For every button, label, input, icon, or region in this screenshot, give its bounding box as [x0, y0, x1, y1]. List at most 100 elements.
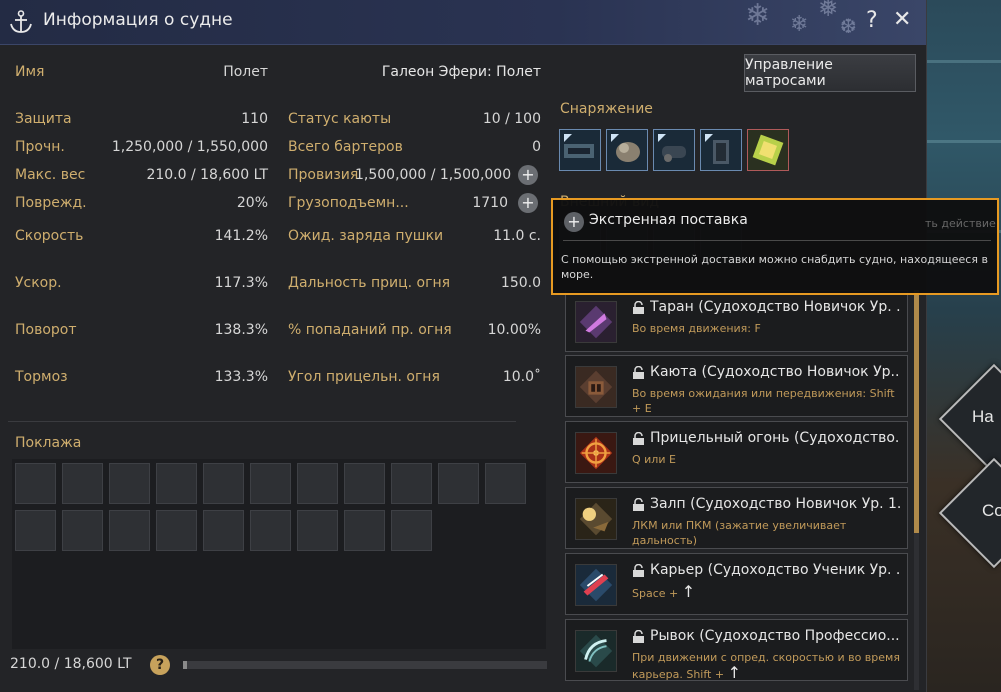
- section-divider: [8, 421, 516, 422]
- stat-label-aimed-range: Дальность приц. огня: [288, 275, 451, 291]
- snowflake-icon: ❄: [745, 0, 771, 33]
- weight-progress-bar: [183, 661, 547, 669]
- cargo-slot[interactable]: [297, 510, 338, 551]
- cargo-slot[interactable]: [109, 463, 150, 504]
- stat-label-cargo-capacity: Грузоподъемн...: [288, 195, 409, 211]
- stat-value-damage: 20%: [236, 195, 268, 211]
- help-question-icon[interactable]: ?: [150, 655, 170, 675]
- stat-label-turn: Поворот: [15, 322, 77, 338]
- cargo-slot[interactable]: [15, 510, 56, 551]
- stat-value-cargo-capacity: 1710: [472, 195, 508, 211]
- plus-icon: +: [564, 212, 584, 232]
- cargo-slot[interactable]: [109, 510, 150, 551]
- stat-value-barters: 0: [532, 139, 541, 155]
- equipment-slot-bow-icon[interactable]: [559, 129, 601, 171]
- equipment-slot-figurehead-icon[interactable]: [606, 129, 648, 171]
- stat-value-cannon-cooldown: 11.0 с.: [493, 228, 541, 244]
- stat-label-provisions: Провизия: [288, 167, 359, 183]
- skill-title: Карьер (Судоходство Ученик Ур. ...: [650, 562, 900, 578]
- ship-full-name: Галеон Эфери: Полет: [381, 64, 541, 80]
- cargo-slot[interactable]: [485, 463, 526, 504]
- stat-label-acceleration: Ускор.: [15, 275, 62, 291]
- crew-management-button[interactable]: Управление матросами: [744, 54, 916, 92]
- stat-label-aimed-accuracy: % попаданий пр. огня: [288, 322, 452, 338]
- skill-desc: Space + ↑: [632, 582, 696, 601]
- stat-label-cabin: Статус каюты: [288, 111, 392, 127]
- skill-card-aimed-fire[interactable]: Прицельный огонь (Судоходство... Q или E: [565, 421, 908, 483]
- anchor-icon: [10, 10, 32, 33]
- weight-progress-fill: [183, 661, 187, 669]
- snowflake-icon: ❄: [790, 12, 809, 37]
- cargo-slot[interactable]: [62, 463, 103, 504]
- lock-icon: [633, 432, 644, 445]
- stat-value-provisions: 1,500,000 / 1,500,000: [355, 167, 512, 183]
- cargo-slot[interactable]: [391, 463, 432, 504]
- skill-desc: Во время ожидания или передвижения: Shif…: [632, 387, 895, 415]
- skill-desc: При движении с опред. скоростью и во вре…: [632, 651, 900, 682]
- add-provisions-button[interactable]: +: [518, 165, 538, 185]
- stat-label-damage: Поврежд.: [15, 195, 87, 211]
- cargo-slot[interactable]: [156, 510, 197, 551]
- window-title: Информация о судне: [43, 10, 233, 30]
- stat-label-defense: Защита: [15, 111, 72, 127]
- cargo-slot[interactable]: [250, 510, 291, 551]
- sea-wave: [926, 60, 1001, 63]
- lock-icon: [633, 498, 644, 511]
- snowflake-icon: ❅: [818, 0, 839, 22]
- stat-label-cannon-cooldown: Ожид. заряда пушки: [288, 228, 444, 244]
- cargo-slot[interactable]: [203, 463, 244, 504]
- close-icon[interactable]: ✕: [893, 7, 911, 32]
- ship-info-window: Информация о судне ❄ ❄ ❅ ❆ ? ✕ Управлени…: [0, 0, 999, 692]
- stat-label-max-weight: Макс. вес: [15, 167, 86, 183]
- skill-card-gallop[interactable]: Карьер (Судоходство Ученик Ур. ... Space…: [565, 553, 908, 615]
- equipment-label: Снаряжение: [560, 101, 653, 117]
- stat-value-defense: 110: [241, 111, 268, 127]
- cargo-slot[interactable]: [344, 463, 385, 504]
- cargo-slot[interactable]: [438, 463, 479, 504]
- lock-icon: [633, 366, 644, 379]
- skill-title: Рывок (Судоходство Профессио...: [650, 628, 900, 644]
- title-bar[interactable]: Информация о судне ❄ ❄ ❅ ❆ ? ✕: [0, 0, 926, 45]
- volley-skill-icon: [575, 498, 617, 540]
- sea-wave: [926, 140, 1001, 143]
- stat-value-turn: 138.3%: [214, 322, 268, 338]
- stat-value-brake: 133.3%: [214, 369, 268, 385]
- cargo-slot[interactable]: [250, 463, 291, 504]
- equipment-slot-armor-icon[interactable]: [700, 129, 742, 171]
- help-icon[interactable]: ?: [866, 8, 878, 33]
- skill-desc: Q или E: [632, 453, 676, 466]
- stat-label-speed: Скорость: [15, 228, 84, 244]
- cargo-slot[interactable]: [15, 463, 56, 504]
- stat-value-aim-angle: 10.0˚: [502, 369, 541, 385]
- game-world-background: [926, 0, 1001, 692]
- cargo-slot[interactable]: [344, 510, 385, 551]
- skill-desc: Во время движения: F: [632, 322, 761, 335]
- skill-list-scrollbar[interactable]: [914, 290, 919, 690]
- cargo-weight-text: 210.0 / 18,600 LT: [10, 656, 132, 672]
- lock-icon: [633, 630, 644, 643]
- add-cargo-capacity-button[interactable]: +: [518, 193, 538, 213]
- skill-card-volley[interactable]: Залп (Судоходство Новичок Ур. 1... ЛКМ и…: [565, 487, 908, 549]
- ship-name-value: Полет: [223, 64, 268, 80]
- skill-card-cabin[interactable]: Каюта (Судоходство Новичок Ур.... Во вре…: [565, 355, 908, 417]
- side-action-label-2: Со: [982, 501, 1001, 520]
- stat-value-speed: 141.2%: [214, 228, 268, 244]
- lock-icon: [633, 564, 644, 577]
- equipment-slot-cannon-icon[interactable]: [653, 129, 695, 171]
- stat-label-brake: Тормоз: [15, 369, 68, 385]
- tooltip-hidden-text: ть действие: [925, 217, 996, 230]
- cargo-slot[interactable]: [203, 510, 244, 551]
- skill-card-dash[interactable]: Рывок (Судоходство Профессио... При движ…: [565, 619, 908, 681]
- equipment-slot-emblem-icon[interactable]: [747, 129, 789, 171]
- cargo-slot[interactable]: [297, 463, 338, 504]
- cargo-slot[interactable]: [156, 463, 197, 504]
- skill-card-ram[interactable]: Таран (Судоходство Новичок Ур. ... Во вр…: [565, 290, 908, 352]
- skill-title: Прицельный огонь (Судоходство...: [650, 430, 900, 446]
- cabin-skill-icon: [575, 366, 617, 408]
- cargo-slot[interactable]: [391, 510, 432, 551]
- stat-value-acceleration: 117.3%: [214, 275, 268, 291]
- cargo-slot[interactable]: [62, 510, 103, 551]
- stat-value-aimed-accuracy: 10.00%: [487, 322, 541, 338]
- cargo-grid: [12, 459, 546, 649]
- scrollbar-thumb[interactable]: [914, 290, 919, 533]
